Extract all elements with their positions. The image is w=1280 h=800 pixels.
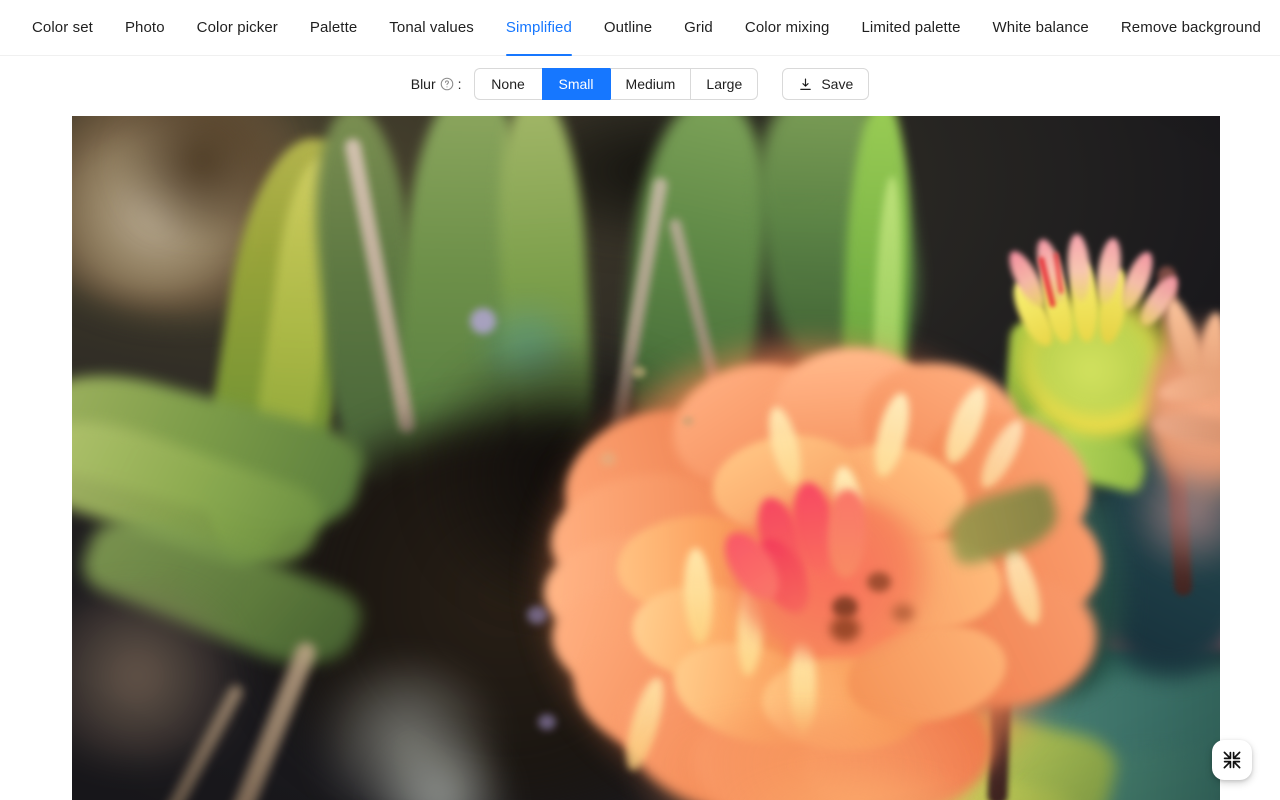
simplified-photo[interactable] — [72, 116, 1220, 800]
blur-option-large[interactable]: Large — [690, 68, 759, 100]
tab-label: Color set — [32, 19, 93, 36]
tab-label: Color mixing — [744, 19, 830, 36]
blur-option-label: Medium — [625, 76, 676, 92]
tab-color-mixing[interactable]: Color mixing — [729, 0, 846, 56]
tab-white-balance[interactable]: White balance — [977, 0, 1105, 56]
blur-label-group: Blur : — [411, 76, 462, 92]
blur-option-label: Large — [706, 76, 743, 92]
tab-label: Limited palette — [861, 19, 961, 36]
blur-option-small[interactable]: Small — [541, 68, 610, 100]
blur-label: Blur — [410, 76, 436, 92]
tab-outline[interactable]: Outline — [588, 0, 668, 56]
tab-color-picker[interactable]: Color picker — [181, 0, 294, 56]
question-circle-icon[interactable] — [440, 77, 454, 91]
tab-label: Photo — [124, 19, 165, 36]
tab-label: Simplified — [505, 19, 572, 36]
tab-simplified[interactable]: Simplified — [490, 0, 588, 56]
main-tab-bar: Color set Photo Color picker Palette Ton… — [0, 0, 1280, 71]
blur-option-label: None — [491, 76, 525, 92]
tab-label: Tonal values — [389, 19, 474, 36]
blur-option-medium[interactable]: Medium — [609, 68, 691, 100]
tab-label: Outline — [603, 19, 653, 36]
compress-icon — [1222, 750, 1242, 770]
tab-label: Remove background — [1120, 19, 1261, 36]
image-canvas-area — [0, 108, 1280, 800]
blur-label-colon: : — [457, 76, 462, 92]
blur-toolbar: Blur : None Small Medium Large Save — [0, 56, 1280, 108]
tab-label: Color picker — [196, 19, 278, 36]
tab-limited-palette[interactable]: Limited palette — [845, 0, 976, 56]
exit-fullscreen-button[interactable] — [1212, 740, 1252, 780]
blur-option-label: Small — [558, 76, 594, 92]
download-icon — [798, 77, 813, 92]
tab-label: White balance — [992, 19, 1089, 36]
tab-remove-background[interactable]: Remove background — [1105, 0, 1277, 56]
tab-palette[interactable]: Palette — [294, 0, 373, 56]
tab-tonal-values[interactable]: Tonal values — [373, 0, 490, 56]
save-button-label: Save — [821, 76, 854, 92]
tab-photo[interactable]: Photo — [109, 0, 181, 56]
save-button[interactable]: Save — [782, 68, 870, 100]
tab-label: Palette — [309, 19, 358, 36]
blur-segmented-control: None Small Medium Large — [473, 68, 759, 100]
blur-option-none[interactable]: None — [473, 68, 542, 100]
tab-label: Grid — [684, 19, 713, 36]
tab-grid[interactable]: Grid — [668, 0, 729, 56]
tab-color-set[interactable]: Color set — [16, 0, 109, 56]
